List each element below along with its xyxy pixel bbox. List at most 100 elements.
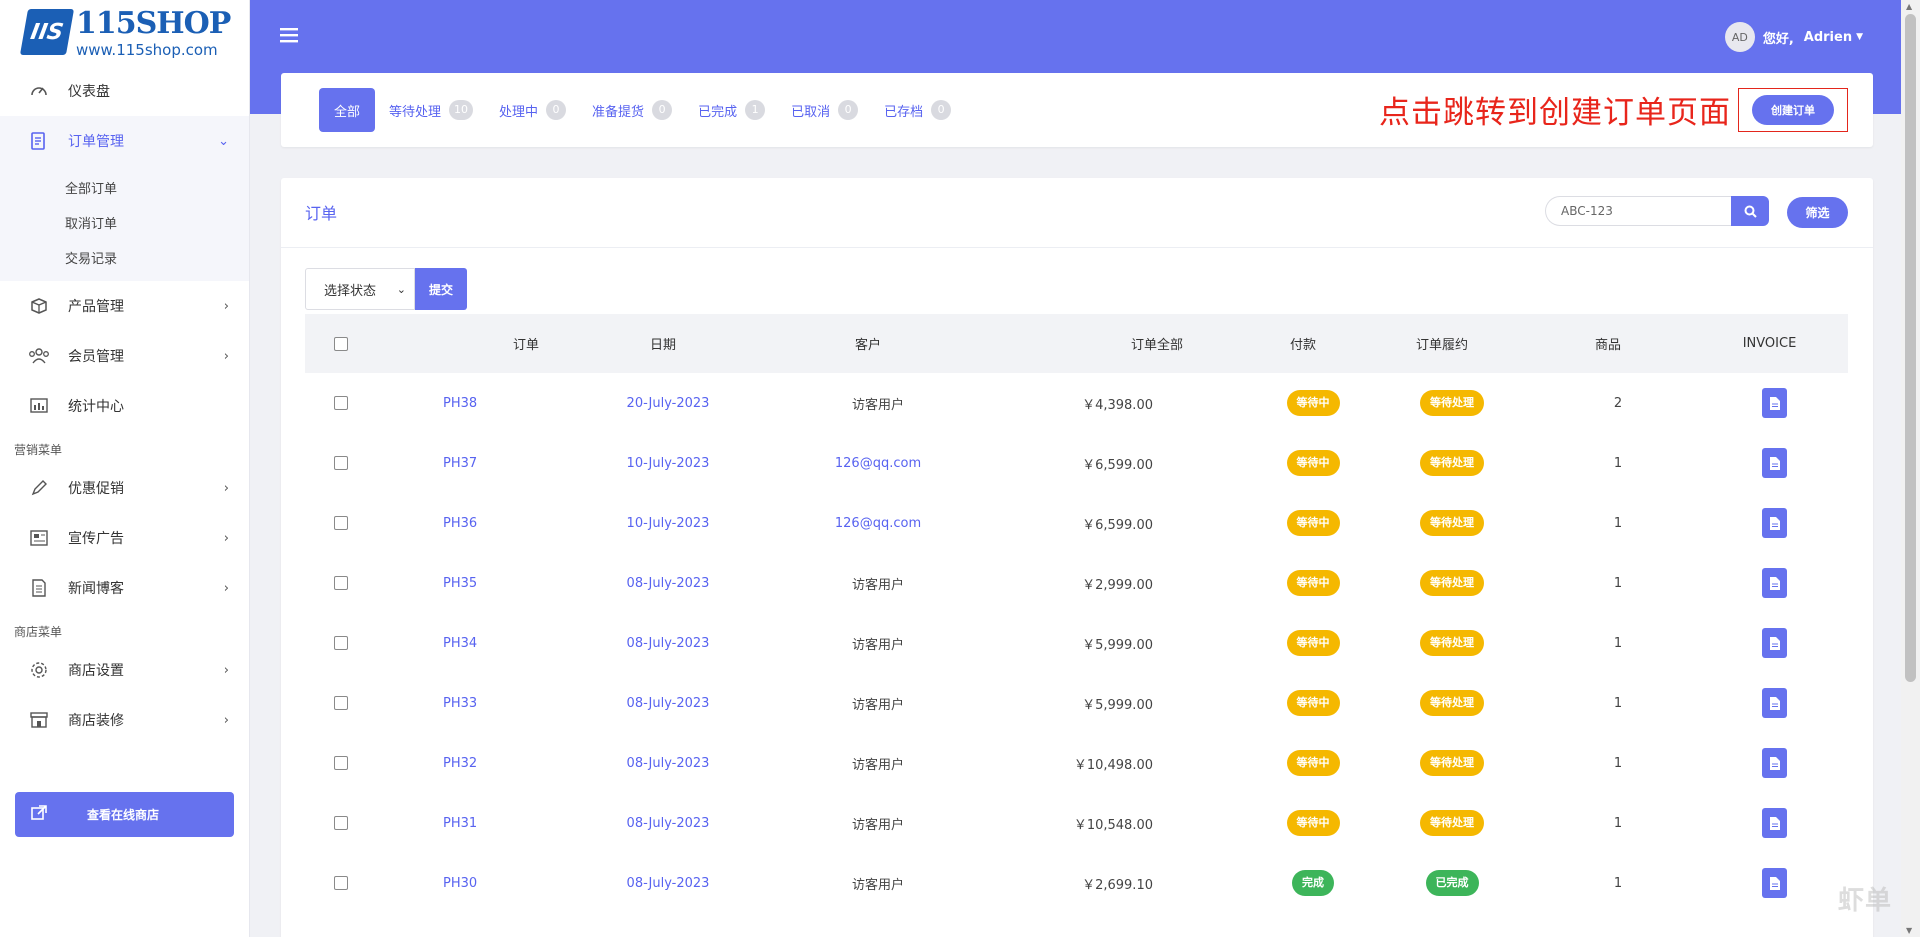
- search-input[interactable]: ABC-123: [1545, 196, 1731, 226]
- row-checkbox[interactable]: [334, 576, 348, 590]
- column-header-customer[interactable]: 客户: [773, 334, 963, 353]
- invoice-button[interactable]: [1762, 388, 1787, 418]
- status-select[interactable]: 选择状态 ⌄: [305, 268, 415, 310]
- search-icon: [1744, 205, 1757, 218]
- tab-0[interactable]: 全部: [319, 88, 376, 132]
- items-count: 2: [1613, 395, 1623, 411]
- sidebar-item-statistics[interactable]: 统计中心: [0, 381, 249, 431]
- order-id-link[interactable]: PH32: [377, 756, 553, 771]
- sidebar-item-promotions[interactable]: 优惠促销 ›: [0, 463, 249, 513]
- column-header-payment[interactable]: 付款: [1247, 334, 1359, 353]
- column-header-date[interactable]: 日期: [553, 334, 773, 353]
- sidebar-item-members[interactable]: 会员管理 ›: [0, 331, 249, 381]
- payment-status-badge: 等待中: [1286, 390, 1340, 416]
- scroll-up-icon[interactable]: ▲: [1906, 2, 1912, 11]
- sidebar-item-orders[interactable]: 订单管理 ⌄: [0, 116, 249, 166]
- section-label-marketing: 营销菜单: [14, 442, 63, 457]
- file-icon: [1769, 516, 1780, 530]
- table-row: PH35 08-July-2023 访客用户 ￥2,999.00 等待中 等待处理 1: [305, 553, 1848, 613]
- sidebar-item-dashboard[interactable]: 仪表盘: [0, 66, 249, 116]
- order-id-link[interactable]: PH38: [377, 396, 553, 411]
- payment-status-badge: 等待中: [1286, 450, 1340, 476]
- sidebar-item-label: 宣传广告: [68, 531, 124, 547]
- invoice-button[interactable]: [1762, 808, 1787, 838]
- select-all-checkbox[interactable]: [334, 336, 348, 351]
- submenu-cancelled-orders[interactable]: 取消订单: [0, 205, 249, 240]
- row-checkbox[interactable]: [334, 516, 348, 530]
- order-id-link[interactable]: PH30: [377, 876, 553, 891]
- create-order-button[interactable]: 创建订单: [1752, 95, 1834, 125]
- order-date-link[interactable]: 08-July-2023: [553, 696, 783, 711]
- page-scrollbar[interactable]: ▲ ▼: [1901, 0, 1920, 937]
- order-id-link[interactable]: PH36: [377, 516, 553, 531]
- chevron-down-icon: ⌄: [218, 133, 229, 149]
- chevron-down-icon: ⌄: [396, 282, 406, 296]
- fulfillment-status-badge: 等待处理: [1420, 390, 1484, 416]
- scrollbar-thumb[interactable]: [1905, 14, 1916, 682]
- invoice-button[interactable]: [1762, 568, 1787, 598]
- menu-toggle-icon[interactable]: [280, 24, 298, 49]
- tab-3[interactable]: 准备提货 0: [592, 88, 673, 132]
- view-store-button[interactable]: 查看在线商店: [15, 792, 234, 837]
- sidebar-item-products[interactable]: 产品管理 ›: [0, 281, 249, 331]
- table-row: PH31 08-July-2023 访客用户 ￥10,548.00 等待中 等待处理 1: [305, 793, 1848, 853]
- row-checkbox[interactable]: [334, 396, 348, 410]
- column-header-order[interactable]: 订单: [377, 334, 553, 353]
- invoice-button[interactable]: [1762, 448, 1787, 478]
- order-date-link[interactable]: 08-July-2023: [553, 576, 783, 591]
- search-button[interactable]: [1731, 196, 1769, 226]
- invoice-button[interactable]: [1762, 628, 1787, 658]
- customer-cell[interactable]: 126@qq.com: [783, 516, 973, 531]
- column-header-items[interactable]: 商品: [1525, 334, 1691, 353]
- column-header-total[interactable]: 订单全部: [963, 334, 1183, 353]
- invoice-button[interactable]: [1762, 868, 1787, 898]
- tab-1[interactable]: 等待处理 10: [389, 88, 474, 132]
- filter-button[interactable]: 筛选: [1787, 197, 1848, 228]
- invoice-button[interactable]: [1762, 508, 1787, 538]
- tab-count-badge: 1: [745, 100, 766, 120]
- invoice-button[interactable]: [1762, 688, 1787, 718]
- row-checkbox[interactable]: [334, 876, 348, 890]
- column-header-fulfillment[interactable]: 订单履约: [1359, 334, 1525, 353]
- tab-2[interactable]: 处理中 0: [499, 88, 567, 132]
- sidebar-item-news[interactable]: 新闻博客 ›: [0, 563, 249, 613]
- sidebar-item-store-design[interactable]: 商店装修 ›: [0, 695, 249, 745]
- order-date-link[interactable]: 20-July-2023: [553, 396, 783, 411]
- order-date-link[interactable]: 10-July-2023: [553, 516, 783, 531]
- tab-4[interactable]: 已完成 1: [698, 88, 766, 132]
- row-checkbox[interactable]: [334, 456, 348, 470]
- sidebar-item-ads[interactable]: 宣传广告 ›: [0, 513, 249, 563]
- order-date-link[interactable]: 08-July-2023: [553, 816, 783, 831]
- order-id-link[interactable]: PH31: [377, 816, 553, 831]
- row-checkbox[interactable]: [334, 636, 348, 650]
- row-checkbox[interactable]: [334, 756, 348, 770]
- order-id-link[interactable]: PH35: [377, 576, 553, 591]
- invoice-button[interactable]: [1762, 748, 1787, 778]
- status-select-value: 选择状态: [324, 283, 377, 299]
- order-date-link[interactable]: 08-July-2023: [553, 876, 783, 891]
- tab-5[interactable]: 已取消 0: [791, 88, 859, 132]
- tab-6[interactable]: 已存档 0: [884, 88, 952, 132]
- chevron-right-icon: ›: [223, 480, 229, 496]
- submit-button[interactable]: 提交: [415, 268, 467, 310]
- row-checkbox[interactable]: [334, 816, 348, 830]
- customer-cell[interactable]: 126@qq.com: [783, 456, 973, 471]
- order-date-link[interactable]: 08-July-2023: [553, 636, 783, 651]
- brand-logo[interactable]: IIS 115SHOP www.115shop.com: [0, 0, 249, 64]
- order-date-link[interactable]: 08-July-2023: [553, 756, 783, 771]
- order-id-link[interactable]: PH34: [377, 636, 553, 651]
- order-id-link[interactable]: PH37: [377, 456, 553, 471]
- customer-cell: 访客用户: [851, 757, 904, 773]
- user-menu[interactable]: AD 您好, Adrien ▼: [1724, 22, 1863, 52]
- payment-status-badge: 等待中: [1286, 630, 1340, 656]
- submenu-transactions[interactable]: 交易记录: [0, 240, 249, 275]
- sidebar-item-store-settings[interactable]: 商店设置 ›: [0, 645, 249, 695]
- submenu-all-orders[interactable]: 全部订单: [0, 170, 249, 205]
- order-total: ￥6,599.00: [1082, 457, 1153, 473]
- row-checkbox[interactable]: [334, 696, 348, 710]
- order-id-link[interactable]: PH33: [377, 696, 553, 711]
- scroll-down-icon[interactable]: ▼: [1906, 926, 1912, 935]
- chevron-right-icon: ›: [223, 712, 229, 728]
- order-date-link[interactable]: 10-July-2023: [553, 456, 783, 471]
- order-status-tabs: 全部 等待处理 10 处理中 0 准备提货 0 已完成 1 已取消 0 已存档 0: [319, 88, 977, 132]
